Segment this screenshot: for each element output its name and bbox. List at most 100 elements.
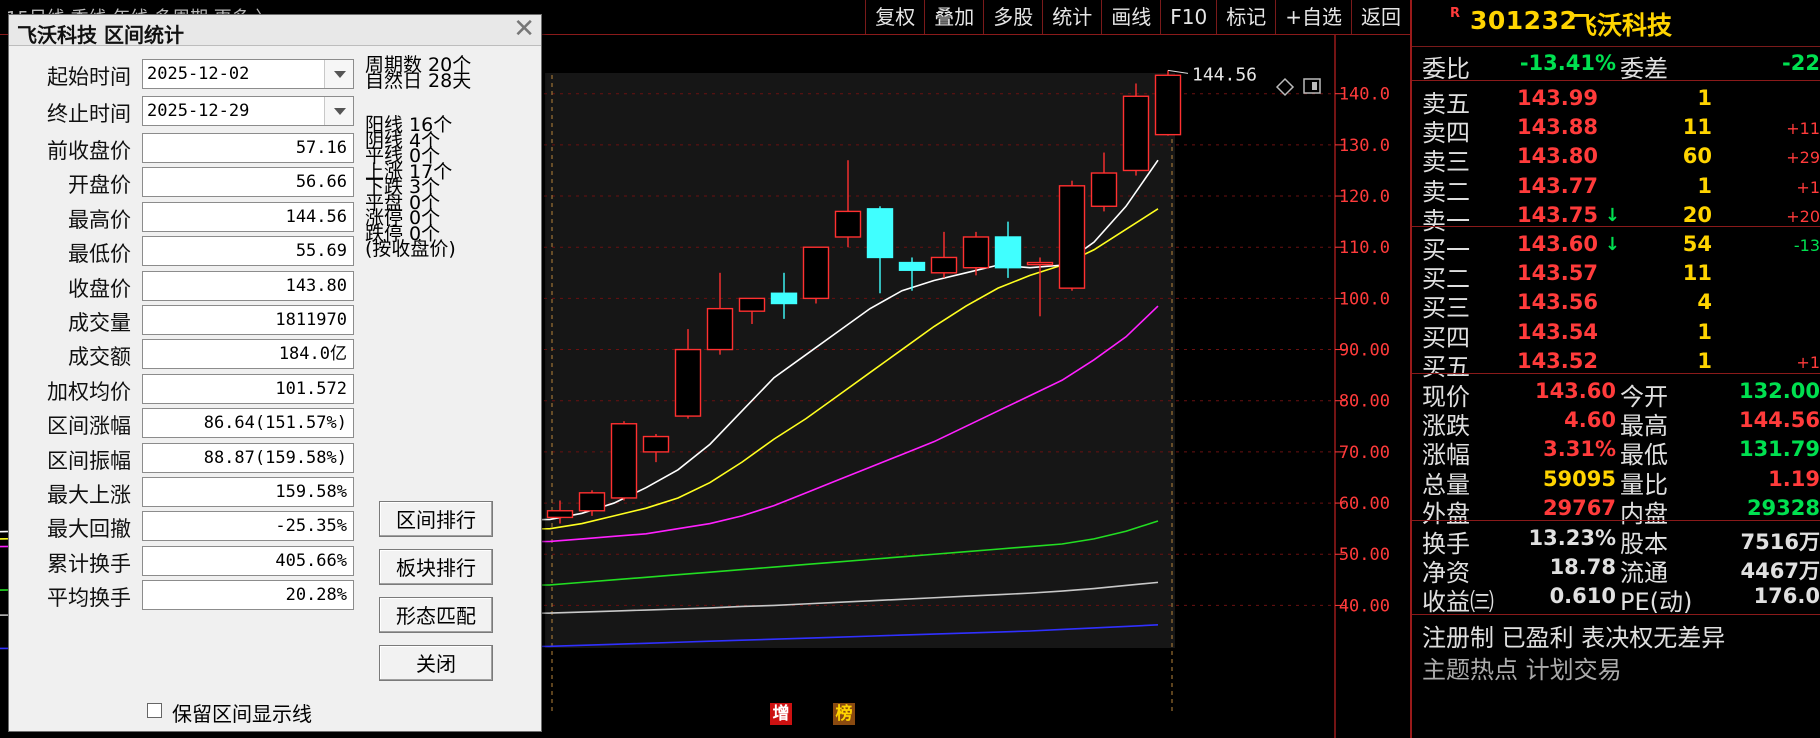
sells-price[interactable]: 143.80: [1517, 144, 1598, 168]
weicha-label: 委差: [1620, 55, 1668, 83]
chart-tag[interactable]: 榜: [833, 703, 855, 725]
sells-price[interactable]: 143.77: [1517, 174, 1598, 198]
weicha-value: -22: [1782, 51, 1820, 75]
field-value[interactable]: 143.80: [142, 270, 354, 301]
field-value[interactable]: 56.66: [142, 167, 354, 198]
hot-topics[interactable]: 主题热点 计划交易: [1422, 650, 1622, 685]
buys-volume: 1: [1697, 319, 1712, 344]
divider: [1412, 520, 1820, 521]
sector-rank-button[interactable]: 板块排行: [379, 549, 493, 585]
buys-price[interactable]: 143.57: [1517, 261, 1598, 285]
fund-value: 0.610: [1549, 584, 1616, 609]
pattern-match-button[interactable]: 形态匹配: [379, 597, 493, 633]
sells-price[interactable]: 143.88: [1517, 115, 1598, 139]
sells-volume: 1: [1697, 86, 1712, 110]
fund-label: PE(动): [1620, 588, 1693, 617]
toolbar-item-3[interactable]: 统计: [1042, 0, 1101, 34]
chevron-down-icon[interactable]: [324, 60, 353, 88]
toolbar-item-5[interactable]: F10: [1160, 0, 1216, 34]
sells-price[interactable]: 143.75: [1517, 203, 1598, 227]
y-tick-label: 130.0: [1339, 136, 1390, 156]
y-tick-label: 60.00: [1339, 494, 1390, 514]
stat-value: 29328: [1746, 495, 1820, 520]
buys-price[interactable]: 143.54: [1517, 320, 1598, 344]
close-button[interactable]: 关闭: [379, 645, 493, 681]
toolbar-item-2[interactable]: 多股: [983, 0, 1042, 34]
y-tick-label: 50.00: [1339, 545, 1390, 565]
count-item: (按收盘价): [365, 238, 456, 260]
dialog-title: 飞沃科技 区间统计: [17, 23, 184, 47]
field-value[interactable]: 86.64(151.57%): [142, 408, 354, 439]
sells-row: 卖四 143.88 11 +11: [1412, 111, 1820, 147]
toolbar-item-0[interactable]: 复权: [865, 0, 924, 34]
hot-row: 主题热点 计划交易: [1412, 648, 1820, 684]
candle-body: [930, 256, 958, 274]
candle-body: [546, 510, 574, 519]
field-label: 开盘价: [68, 173, 131, 198]
field-value[interactable]: 144.56: [142, 201, 354, 232]
sells-volume: 20: [1682, 202, 1712, 227]
toolbar-item-4[interactable]: 画线: [1101, 0, 1160, 34]
toolbar-item-8[interactable]: 返回: [1351, 0, 1410, 34]
field-value[interactable]: 20.28%: [142, 580, 354, 611]
stat-value: 4.60: [1564, 408, 1616, 433]
y-tick-label: 70.00: [1339, 443, 1390, 463]
fund-row: 换手 13.23% 股本 7516万: [1412, 522, 1820, 558]
fund-value: 13.23%: [1528, 526, 1616, 550]
buys-price[interactable]: 143.52: [1517, 349, 1598, 373]
toolbar-item-1[interactable]: 叠加: [924, 0, 983, 34]
field-value[interactable]: 55.69: [142, 236, 354, 267]
buys-volume: 4: [1697, 290, 1712, 315]
stat-value: 131.79: [1738, 437, 1820, 462]
chevron-down-icon[interactable]: [324, 97, 353, 125]
selection-bg: [545, 73, 1175, 648]
field-value[interactable]: 88.87(159.58%): [142, 442, 354, 473]
field-label: 前收盘价: [47, 139, 131, 163]
diamond-icon: [1275, 77, 1295, 97]
field-label: 最大回撤: [47, 517, 131, 542]
field-label: 成交量: [68, 311, 131, 335]
candle-body: [610, 423, 638, 499]
keep-interval-lines-label[interactable]: 保留区间显示线: [172, 698, 312, 727]
start-time-select[interactable]: 2025-12-02: [142, 59, 354, 89]
keep-interval-lines-checkbox[interactable]: [147, 703, 162, 718]
candle-body: [898, 261, 926, 271]
field-value[interactable]: 184.0亿: [142, 339, 354, 370]
stat-row: 涨跌 4.60 最高 144.56: [1412, 404, 1820, 440]
field-label: 最低价: [68, 242, 131, 267]
field-value[interactable]: -25.35%: [142, 511, 354, 542]
buys-row: 买二 143.57 11: [1412, 257, 1820, 293]
close-icon[interactable]: ✕: [513, 16, 535, 42]
candle-body: [994, 236, 1022, 269]
toolbar-item-6[interactable]: 标记: [1216, 0, 1275, 34]
dialog-titlebar[interactable]: 飞沃科技 区间统计 ✕: [9, 15, 541, 47]
field-label: 平均换手: [47, 586, 131, 611]
field-value[interactable]: 101.572: [142, 373, 354, 404]
sells-volume: 60: [1682, 144, 1712, 169]
stat-value: 1.19: [1768, 466, 1820, 491]
sells-price[interactable]: 143.99: [1517, 86, 1598, 110]
end-time-select[interactable]: 2025-12-29: [142, 96, 354, 126]
buys-price[interactable]: 143.56: [1517, 290, 1598, 314]
candle-body: [770, 292, 798, 305]
chart-tag[interactable]: 增: [770, 703, 792, 725]
field-value[interactable]: 57.16: [142, 133, 354, 163]
candle-body: [1058, 185, 1086, 289]
stock-name[interactable]: 飞沃科技: [1572, 6, 1672, 42]
y-tick-label: 140.0: [1339, 85, 1390, 105]
candle-body: [642, 435, 670, 453]
field-value[interactable]: 1811970: [142, 305, 354, 335]
candle-body: [578, 492, 606, 512]
buys-price[interactable]: 143.60: [1517, 232, 1598, 256]
candle-body: [674, 348, 702, 417]
field-value[interactable]: 159.58%: [142, 477, 354, 507]
stock-code[interactable]: 301232: [1470, 6, 1577, 35]
interval-rank-button[interactable]: 区间排行: [379, 501, 493, 537]
buys-row: 买四 143.54 1: [1412, 316, 1820, 352]
stat-row: 总量 59095 量比 1.19: [1412, 463, 1820, 499]
field-value[interactable]: 405.66%: [142, 545, 354, 576]
divider: [1412, 373, 1820, 374]
toolbar-item-7[interactable]: +自选: [1275, 0, 1351, 34]
candle-body: [866, 208, 894, 259]
candle-body: [706, 307, 734, 351]
